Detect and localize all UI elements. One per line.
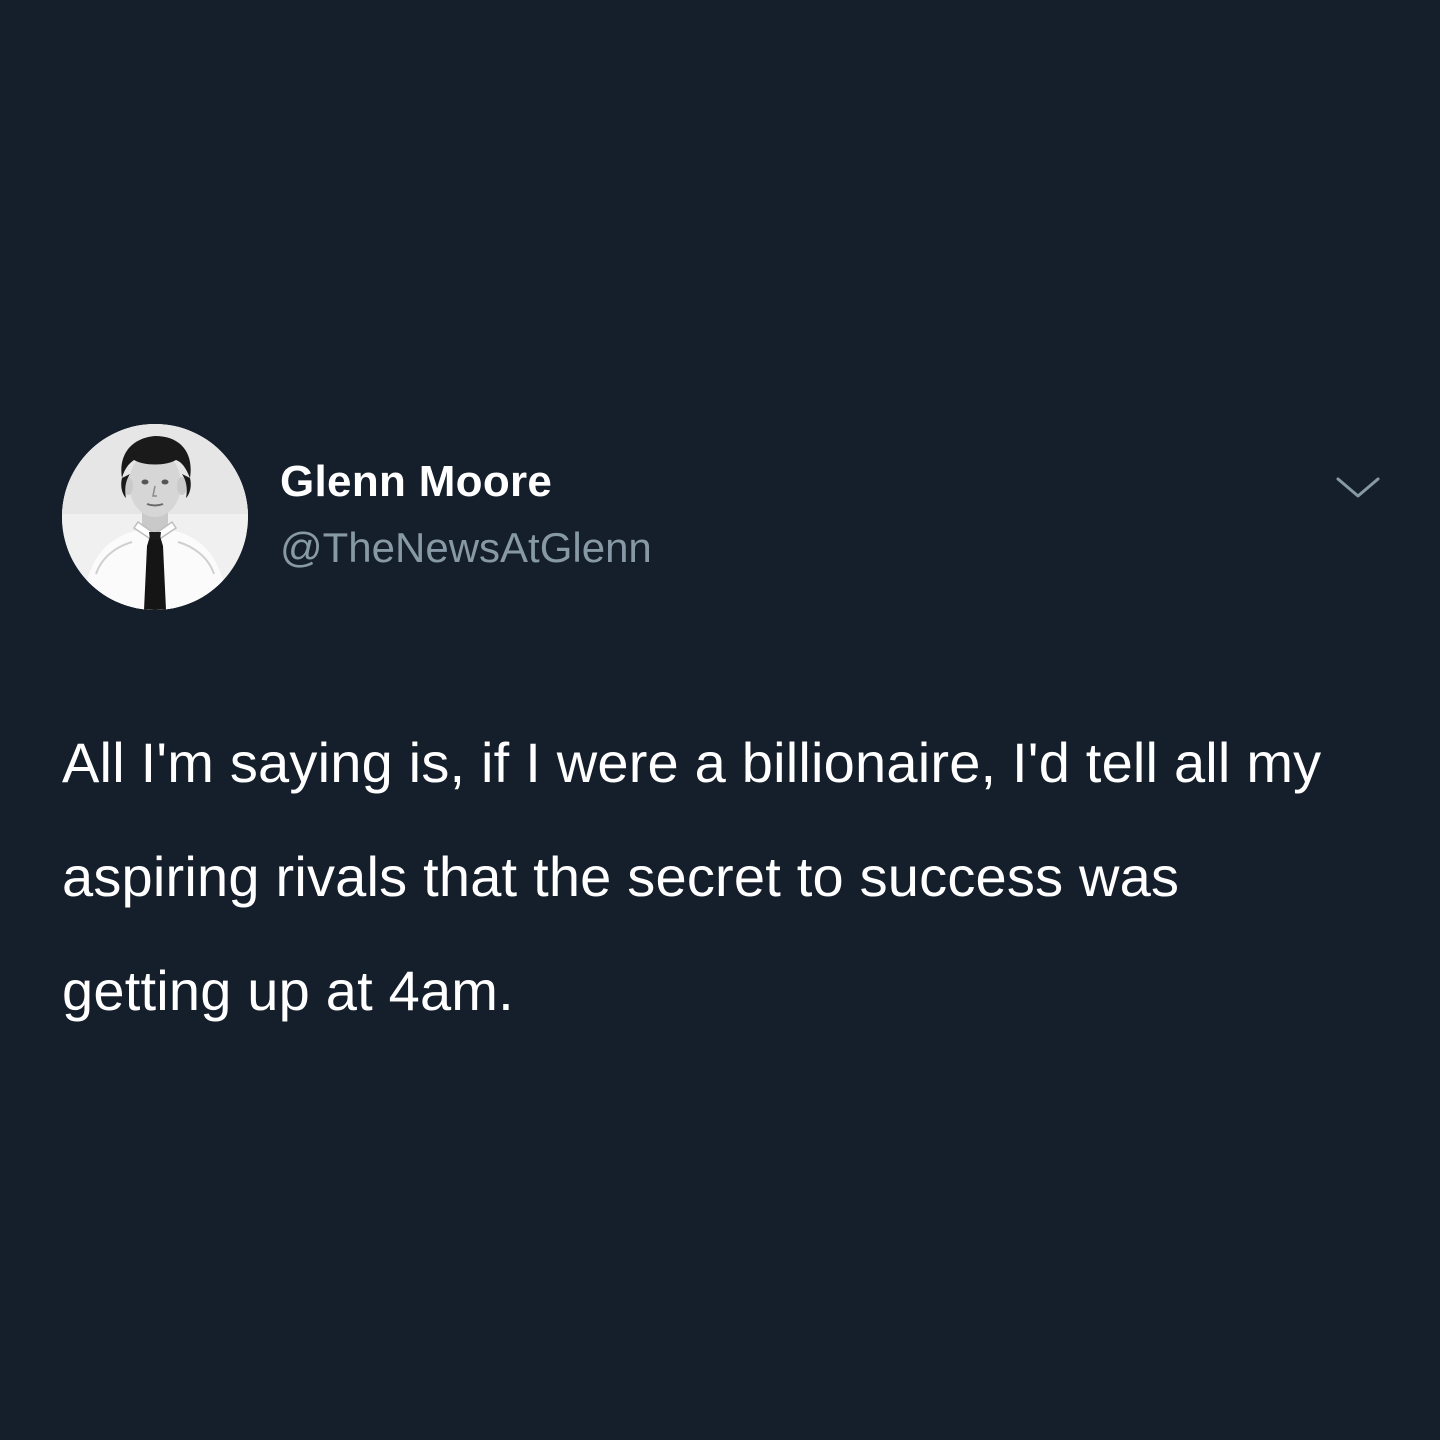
author-display-name[interactable]: Glenn Moore — [280, 454, 652, 510]
avatar-photo-icon — [62, 424, 248, 610]
tweet-card: Glenn Moore @TheNewsAtGlenn All I'm sayi… — [0, 0, 1440, 1440]
tweet-menu-button[interactable] — [1332, 470, 1384, 506]
avatar[interactable] — [62, 424, 248, 610]
tweet-header: Glenn Moore @TheNewsAtGlenn — [62, 424, 1392, 610]
author-handle[interactable]: @TheNewsAtGlenn — [280, 520, 652, 576]
tweet-text: All I'm saying is, if I were a billionai… — [62, 731, 1322, 1022]
chevron-down-icon — [1336, 477, 1380, 498]
author-info: Glenn Moore @TheNewsAtGlenn — [280, 454, 652, 576]
